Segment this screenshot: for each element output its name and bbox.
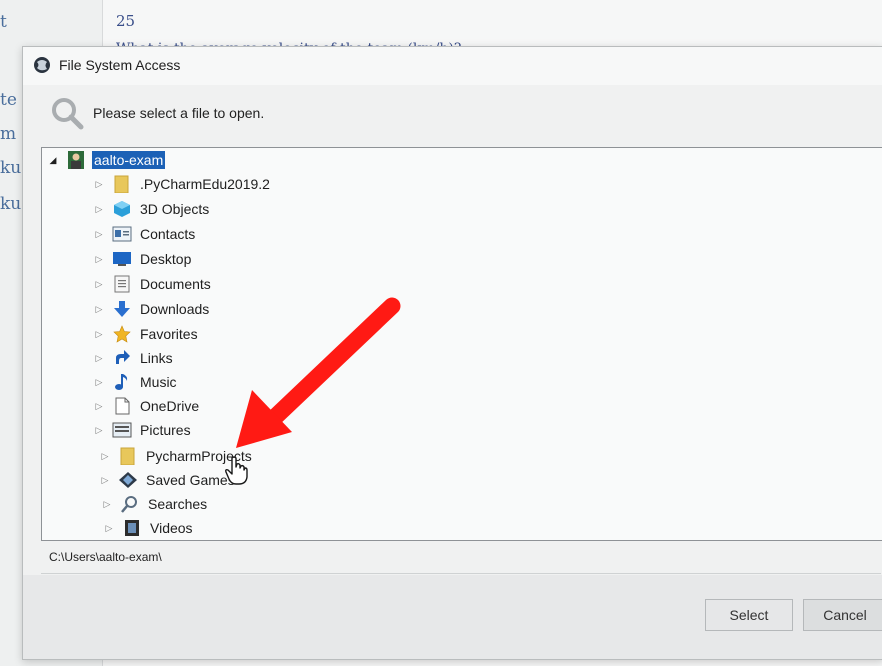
tree-item-onedrive[interactable]: ▷ OneDrive (92, 394, 201, 418)
tree-item-label: Saved Games (146, 472, 235, 488)
documents-icon (112, 275, 132, 293)
user-icon (66, 151, 86, 169)
path-bar: C:\Users\aalto-exam\ (41, 543, 881, 574)
contacts-icon (112, 225, 132, 243)
tree-root-label: aalto-exam (92, 151, 166, 169)
links-icon (112, 349, 132, 367)
gutter-fragment: t (0, 12, 7, 32)
expand-arrow-icon[interactable]: ▷ (98, 451, 112, 462)
expand-arrow-icon[interactable]: ▷ (100, 499, 114, 510)
tree-item-downloads[interactable]: ▷ Downloads (92, 297, 211, 321)
tree-item-music[interactable]: ▷ Music (92, 370, 179, 394)
prompt-text: Please select a file to open. (93, 105, 265, 121)
hand-pointer-icon (225, 456, 248, 485)
dialog-footer: Select Cancel (23, 575, 882, 659)
expand-arrow-icon[interactable]: ▷ (92, 329, 106, 340)
videos-icon (122, 519, 142, 537)
tree-item-label: Favorites (140, 326, 198, 342)
saved-games-icon (118, 471, 138, 489)
tree-item-pictures[interactable]: ▷ Pictures (92, 418, 193, 442)
select-button[interactable]: Select (705, 599, 793, 631)
search-icon (52, 98, 84, 130)
expand-arrow-icon[interactable]: ▷ (98, 475, 112, 486)
expand-arrow-icon[interactable]: ▷ (102, 523, 116, 534)
tree-item-documents[interactable]: ▷ Documents (92, 272, 213, 296)
tree-item-3d-objects[interactable]: ▷ 3D Objects (92, 197, 211, 221)
tree-item-videos[interactable]: ▷ Videos (102, 516, 195, 540)
tree-item-searches[interactable]: ▷ Searches (100, 492, 209, 516)
tree-item-label: Links (140, 350, 173, 366)
tree-item-links[interactable]: ▷ Links (92, 346, 175, 370)
expand-arrow-icon[interactable]: ▷ (92, 401, 106, 412)
question-number: 25 (116, 12, 136, 30)
tree-item-desktop[interactable]: ▷ Desktop (92, 247, 193, 271)
dialog-titlebar[interactable]: File System Access (23, 47, 882, 85)
tree-item-label: OneDrive (140, 398, 200, 414)
expand-arrow-icon[interactable]: ▷ (92, 204, 106, 215)
pictures-icon (112, 421, 132, 439)
tree-item-label: Desktop (140, 251, 192, 267)
tree-item-label: Contacts (140, 226, 196, 242)
collapse-arrow-icon[interactable]: ◢ (46, 155, 60, 166)
expand-arrow-icon[interactable]: ▷ (92, 229, 106, 240)
file-system-access-dialog: File System Access Please select a file … (22, 46, 882, 660)
tree-item-pycharmedu[interactable]: ▷ .PyCharmEdu2019.2 (92, 172, 272, 196)
dialog-title: File System Access (59, 57, 181, 73)
tree-item-label: Documents (140, 276, 211, 292)
onedrive-icon (112, 397, 132, 415)
expand-arrow-icon[interactable]: ▷ (92, 254, 106, 265)
cancel-button[interactable]: Cancel (803, 599, 882, 631)
prompt-row: Please select a file to open. (23, 85, 882, 145)
expand-arrow-icon[interactable]: ▷ (92, 353, 106, 364)
star-icon (112, 325, 132, 343)
expand-arrow-icon[interactable]: ▷ (92, 179, 106, 190)
tree-item-saved-games[interactable]: ▷ Saved Games (98, 468, 237, 492)
desktop-icon (112, 250, 132, 268)
searches-icon (120, 495, 140, 513)
folder-icon (112, 175, 132, 193)
file-tree[interactable]: ◢ aalto-exam ▷ .PyCharmEdu2019.2 ▷ 3D Ob… (41, 147, 882, 541)
tree-item-contacts[interactable]: ▷ Contacts (92, 222, 197, 246)
tree-item-label: Music (140, 374, 177, 390)
3d-objects-icon (112, 200, 132, 218)
expand-arrow-icon[interactable]: ▷ (92, 425, 106, 436)
music-note-icon (112, 373, 132, 391)
folder-icon (118, 447, 138, 465)
current-path: C:\Users\aalto-exam\ (49, 550, 162, 564)
expand-arrow-icon[interactable]: ▷ (92, 279, 106, 290)
app-logo-icon (34, 57, 50, 73)
downloads-icon (112, 300, 132, 318)
tree-item-label: 3D Objects (140, 201, 210, 217)
tree-item-label: Videos (150, 520, 193, 536)
tree-item-label: .PyCharmEdu2019.2 (140, 176, 270, 192)
expand-arrow-icon[interactable]: ▷ (92, 377, 106, 388)
tree-item-label: Downloads (140, 301, 210, 317)
tree-item-label: Searches (148, 496, 208, 512)
tree-item-label: Pictures (140, 422, 191, 438)
tree-root-aalto-exam[interactable]: ◢ aalto-exam (46, 148, 166, 172)
expand-arrow-icon[interactable]: ▷ (92, 304, 106, 315)
tree-item-favorites[interactable]: ▷ Favorites (92, 322, 200, 346)
